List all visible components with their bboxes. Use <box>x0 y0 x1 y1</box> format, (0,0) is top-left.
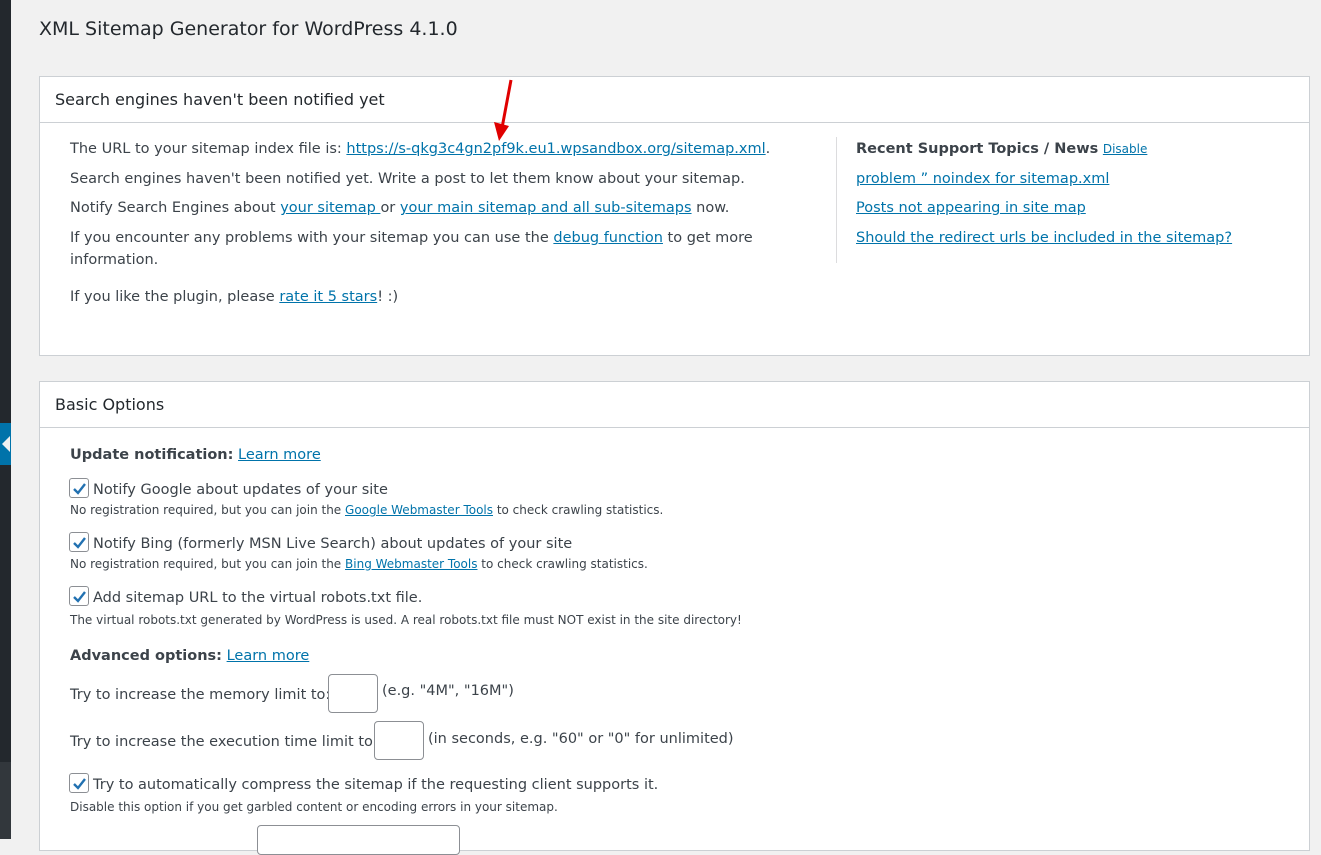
compress-label: Try to automatically compress the sitema… <box>93 777 659 793</box>
basic-options-postbox: Basic Options Update notification: Learn… <box>39 381 1310 855</box>
support-topic-link[interactable]: Should the redirect urls be included in … <box>856 230 1232 246</box>
update-learn-more-link[interactable]: Learn more <box>238 447 321 463</box>
compress-option: Try to automatically compress the sitema… <box>69 773 658 793</box>
google-desc: No registration required, but you can jo… <box>70 503 664 517</box>
not-notified-text: Search engines haven't been notified yet… <box>70 171 745 187</box>
google-webmaster-link[interactable]: Google Webmaster Tools <box>345 503 493 517</box>
bing-option: Notify Bing (formerly MSN Live Search) a… <box>69 532 572 552</box>
advanced-learn-more-link[interactable]: Learn more <box>227 648 310 664</box>
google-option: Notify Google about updates of your site <box>69 478 388 498</box>
sitemap-url-line: The URL to your sitemap index file is: h… <box>70 141 771 157</box>
bing-desc: No registration required, but you can jo… <box>70 557 648 571</box>
time-hint: (in seconds, e.g. "60" or "0" for unlimi… <box>428 731 734 747</box>
update-notification-line: Update notification: Learn more <box>70 447 321 463</box>
time-limit-input[interactable] <box>374 721 424 760</box>
debug-function-link[interactable]: debug function <box>553 230 663 246</box>
page-title: XML Sitemap Generator for WordPress 4.1.… <box>39 18 458 40</box>
sitemap-filename-input[interactable] <box>257 825 460 855</box>
bing-checkbox[interactable] <box>69 532 89 552</box>
checkmark-icon <box>73 591 86 603</box>
status-box-title: Search engines haven't been notified yet <box>40 77 1309 123</box>
rate-plugin-link[interactable]: rate it 5 stars <box>279 289 377 305</box>
checkmark-icon <box>73 537 86 549</box>
google-label: Notify Google about updates of your site <box>93 482 388 498</box>
status-postbox: Search engines haven't been notified yet… <box>39 76 1310 356</box>
robots-option: Add sitemap URL to the virtual robots.tx… <box>69 586 422 606</box>
time-label: Try to increase the execution time limit… <box>70 734 378 750</box>
basic-options-title: Basic Options <box>40 382 1309 428</box>
support-disable-link[interactable]: Disable <box>1103 142 1148 156</box>
checkmark-icon <box>73 483 86 495</box>
admin-menu-footer <box>0 762 11 839</box>
problems-line-2: information. <box>70 252 159 268</box>
support-title: Recent Support Topics / News <box>856 141 1099 157</box>
notify-line: Notify Search Engines about your sitemap… <box>70 200 730 216</box>
annotation-arrow-icon <box>494 79 513 141</box>
admin-menu-strip <box>0 0 11 839</box>
notify-all-sitemaps-link[interactable]: your main sitemap and all sub-sitemaps <box>400 200 692 216</box>
bing-webmaster-link[interactable]: Bing Webmaster Tools <box>345 557 477 571</box>
memory-hint: (e.g. "4M", "16M") <box>382 683 514 699</box>
collapse-menu-icon[interactable] <box>0 423 11 465</box>
google-checkbox[interactable] <box>69 478 89 498</box>
robots-checkbox[interactable] <box>69 586 89 606</box>
support-topic-link[interactable]: problem ” noindex for sitemap.xml <box>856 171 1109 187</box>
checkmark-icon <box>73 778 86 790</box>
advanced-options-line: Advanced options: Learn more <box>70 648 310 664</box>
memory-label: Try to increase the memory limit to: <box>70 687 331 703</box>
support-header: Recent Support Topics / News Disable <box>856 141 1147 157</box>
robots-label: Add sitemap URL to the virtual robots.tx… <box>93 590 423 606</box>
robots-desc: The virtual robots.txt generated by Word… <box>70 613 742 627</box>
rate-line: If you like the plugin, please rate it 5… <box>70 289 399 305</box>
compress-desc: Disable this option if you get garbled c… <box>70 800 558 814</box>
column-divider <box>836 137 837 263</box>
problems-line: If you encounter any problems with your … <box>70 230 753 246</box>
bing-label: Notify Bing (formerly MSN Live Search) a… <box>93 536 573 552</box>
notify-sitemap-link[interactable]: your sitemap <box>280 200 380 216</box>
compress-checkbox[interactable] <box>69 773 89 793</box>
sitemap-url-link[interactable]: https://s-qkg3c4gn2pf9k.eu1.wpsandbox.or… <box>346 141 765 157</box>
support-topic-link[interactable]: Posts not appearing in site map <box>856 200 1086 216</box>
memory-limit-input[interactable] <box>328 674 378 713</box>
